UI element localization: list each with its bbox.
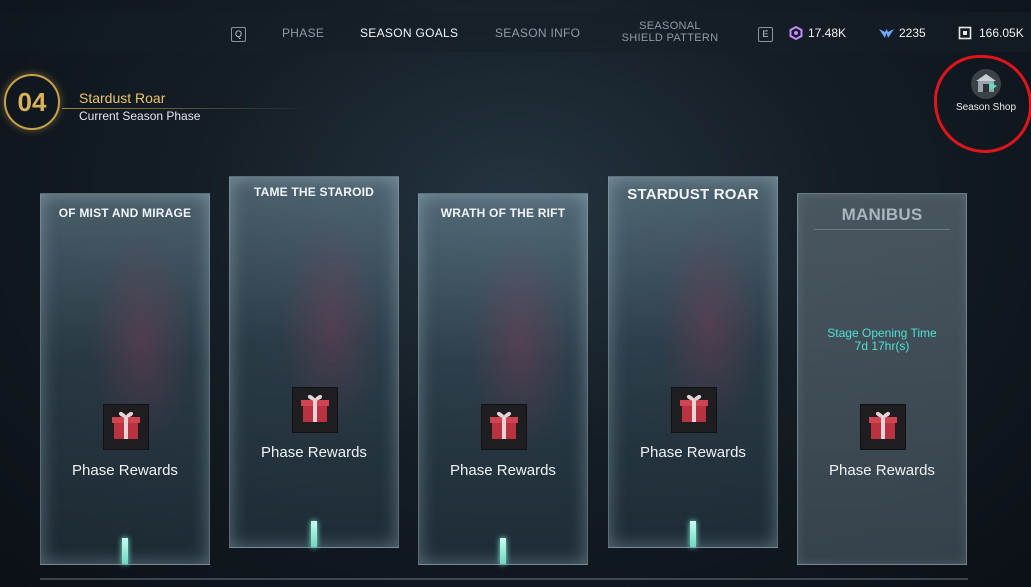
phase-name: Stardust Roar <box>79 90 166 106</box>
gift-box-icon <box>292 387 338 433</box>
progress-marker <box>500 538 506 564</box>
card-title: MANIBUS <box>841 205 923 224</box>
stage-opening-time: Stage Opening Time 7d 17hr(s) <box>798 327 966 353</box>
q-key-hint: Q <box>231 27 246 42</box>
annotation-circle <box>934 55 1031 153</box>
phase-rewards-label: Phase Rewards <box>829 462 935 479</box>
wings-currency-icon <box>879 29 894 38</box>
card-title: TAME THE STAROID <box>253 185 375 199</box>
currency-value: 17.48K <box>808 26 847 40</box>
progress-marker <box>690 521 696 547</box>
phase-card-3[interactable]: WRATH OF THE RIFT Phase Rewards <box>418 193 588 565</box>
opening-time-value: 7d 17hr(s) <box>854 339 910 353</box>
gift-box-icon <box>481 404 527 450</box>
gift-box-icon <box>671 387 717 433</box>
gift-box-icon <box>860 404 906 450</box>
box-currency-icon <box>958 26 972 40</box>
phase-rewards-label: Phase Rewards <box>261 444 367 461</box>
phase-subtitle: Current Season Phase <box>79 109 201 123</box>
hexagon-currency-icon <box>789 26 803 40</box>
phase-number-badge: 04 <box>4 74 60 130</box>
phase-rewards-label: Phase Rewards <box>72 462 178 479</box>
gift-box-icon <box>103 404 149 450</box>
phase-rewards-label: Phase Rewards <box>640 444 746 461</box>
bottom-divider <box>40 578 968 580</box>
tab-label-line2: SHIELD PATTERN <box>621 32 719 44</box>
phase-rewards-label: Phase Rewards <box>450 462 556 479</box>
tab-season-goals[interactable]: SEASON GOALS <box>360 26 458 40</box>
card-title: OF MIST AND MIRAGE <box>58 206 192 220</box>
tab-label-line1: SEASONAL <box>639 20 701 32</box>
title-divider <box>814 229 950 230</box>
currency-value: 2235 <box>899 26 926 40</box>
currency-value: 166.05K <box>979 26 1024 40</box>
card-title: STARDUST ROAR <box>627 186 759 203</box>
opening-time-label: Stage Opening Time <box>827 326 937 340</box>
phase-card-4[interactable]: STARDUST ROAR Phase Rewards <box>608 176 778 548</box>
tab-season-info[interactable]: SEASON INFO <box>495 26 580 40</box>
tab-seasonal-shield-pattern[interactable]: SEASONAL SHIELD PATTERN <box>612 20 728 44</box>
card-title: WRATH OF THE RIFT <box>440 206 566 220</box>
progress-marker <box>311 521 317 547</box>
tab-phase[interactable]: PHASE <box>282 26 324 40</box>
phase-card-2[interactable]: TAME THE STAROID Phase Rewards <box>229 176 399 548</box>
phase-card-5-locked[interactable]: MANIBUS Stage Opening Time 7d 17hr(s) Ph… <box>797 193 967 565</box>
e-key-hint: E <box>758 27 773 42</box>
progress-marker <box>122 538 128 564</box>
phase-card-1[interactable]: OF MIST AND MIRAGE Phase Rewards <box>40 193 210 565</box>
